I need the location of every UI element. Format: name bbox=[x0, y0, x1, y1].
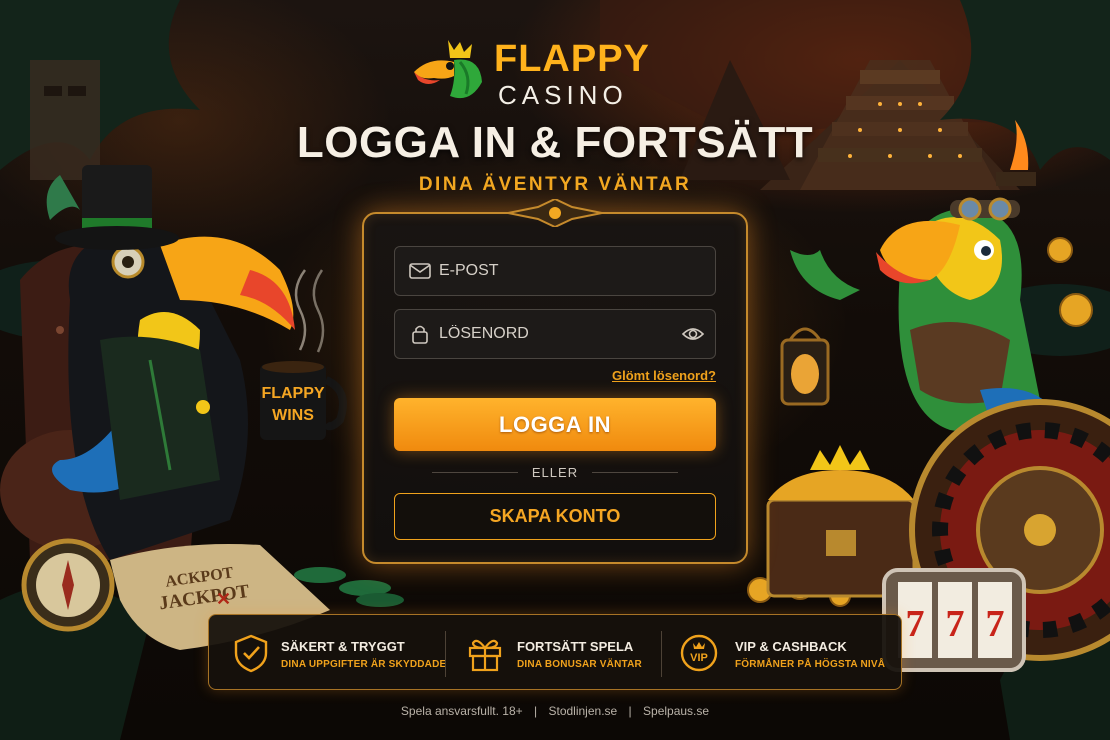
mug-text-line1: FLAPPY bbox=[261, 385, 324, 402]
password-field[interactable] bbox=[394, 309, 716, 359]
email-field[interactable] bbox=[394, 246, 716, 296]
vip-icon: VIP bbox=[680, 634, 718, 672]
password-input[interactable] bbox=[439, 310, 679, 358]
feature-title: VIP & CASHBACK bbox=[735, 639, 847, 654]
brand-logo: FLAPPY CASINO bbox=[410, 36, 670, 110]
mug-text-line2: WINS bbox=[272, 407, 314, 424]
feature-title: SÄKERT & TRYGGT bbox=[281, 639, 405, 654]
feature-keep-playing: FORTSÄTT SPELA DINA BONUSAR VÄNTAR bbox=[465, 615, 665, 691]
shield-check-icon bbox=[234, 634, 268, 673]
features-bar: SÄKERT & TRYGGT DINA UPPGIFTER ÄR SKYDDA… bbox=[208, 614, 902, 690]
feature-title: FORTSÄTT SPELA bbox=[517, 639, 634, 654]
divider-left bbox=[432, 472, 518, 473]
toucan-left: FLAPPY WINS bbox=[46, 165, 347, 560]
feature-subtitle: DINA UPPGIFTER ÄR SKYDDADE bbox=[281, 659, 447, 670]
toucan-logo-icon bbox=[414, 40, 482, 99]
footer: Spela ansvarsfullt. 18+ | Stodlinjen.se … bbox=[0, 704, 1110, 718]
divider-right bbox=[592, 472, 678, 473]
map-x-mark: ✕ bbox=[216, 589, 231, 609]
feature-subtitle: DINA BONUSAR VÄNTAR bbox=[517, 659, 642, 670]
svg-text:7: 7 bbox=[946, 603, 965, 645]
login-button[interactable]: LOGGA IN bbox=[394, 398, 716, 451]
mug: FLAPPY WINS bbox=[260, 361, 347, 440]
forgot-password-link[interactable]: Glömt lösenord? bbox=[560, 368, 716, 383]
gift-icon bbox=[468, 639, 502, 672]
panel-crest-ornament bbox=[508, 199, 602, 227]
brand-name: FLAPPY bbox=[494, 38, 650, 80]
email-input[interactable] bbox=[439, 247, 679, 295]
lantern bbox=[780, 327, 830, 406]
footer-divider: | bbox=[628, 704, 632, 718]
footer-divider: | bbox=[534, 704, 538, 718]
parrot-right bbox=[790, 197, 1060, 432]
page-title: LOGGA IN & FORTSÄTT bbox=[296, 118, 814, 167]
svg-text:VIP: VIP bbox=[690, 652, 708, 664]
or-divider-label: ELLER bbox=[531, 465, 579, 480]
create-account-button[interactable]: SKAPA KONTO bbox=[394, 493, 716, 540]
feature-separator bbox=[445, 631, 446, 677]
envelope-icon bbox=[409, 263, 431, 279]
brand-subtitle: CASINO bbox=[498, 80, 628, 110]
lock-icon bbox=[412, 325, 428, 344]
feature-separator bbox=[661, 631, 662, 677]
spelpaus-link[interactable]: Spelpaus.se bbox=[643, 704, 709, 718]
page-subtitle: DINA ÄVENTYR VÄNTAR bbox=[418, 174, 692, 195]
feature-subtitle: FÖRMÅNER PÅ HÖGSTA NIVÅ bbox=[735, 659, 886, 670]
svg-text:7: 7 bbox=[986, 603, 1005, 645]
feature-vip: VIP VIP & CASHBACK FÖRMÅNER PÅ HÖGSTA NI… bbox=[679, 615, 899, 691]
svg-text:7: 7 bbox=[906, 603, 925, 645]
show-password-eye-icon[interactable] bbox=[681, 324, 705, 344]
feature-secure: SÄKERT & TRYGGT DINA UPPGIFTER ÄR SKYDDA… bbox=[231, 615, 446, 691]
slot-reels: 7 7 7 bbox=[882, 568, 1026, 672]
stodlinjen-link[interactable]: Stodlinjen.se bbox=[548, 704, 617, 718]
responsible-gaming-text: Spela ansvarsfullt. 18+ bbox=[400, 704, 523, 718]
